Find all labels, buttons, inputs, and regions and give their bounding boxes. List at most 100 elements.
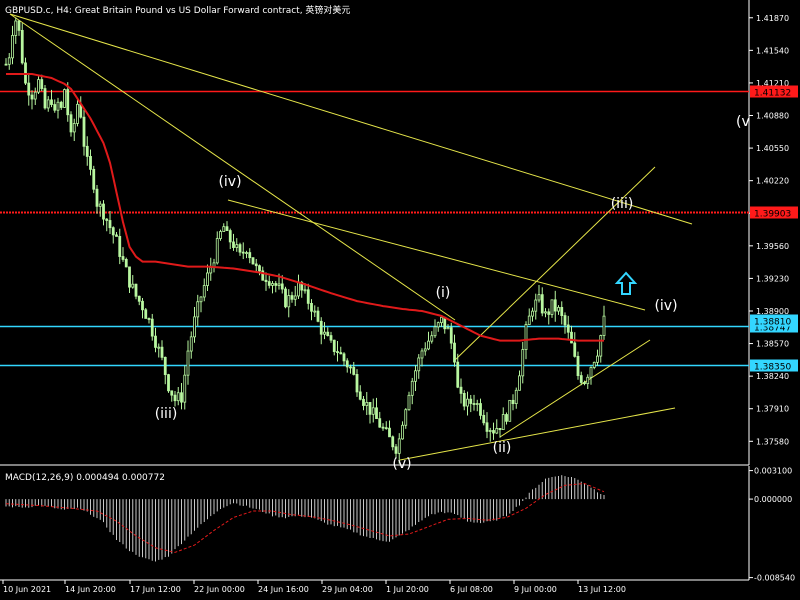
wave-label: (v): [392, 456, 411, 472]
candle-body: [176, 392, 180, 402]
candle-body: [167, 374, 170, 392]
candle-body: [378, 418, 382, 428]
candle-body: [27, 82, 31, 96]
candle-body: [355, 374, 359, 393]
candle-body: [63, 89, 66, 108]
candle-body: [518, 375, 521, 391]
wave-label: (iii): [155, 406, 178, 422]
candle-body: [537, 294, 541, 301]
candle-body: [297, 281, 300, 297]
candle-body: [527, 315, 531, 325]
hline-label-text: 1.41132: [754, 89, 791, 99]
time-tick-label: 6 Jul 08:00: [450, 585, 493, 594]
candle-body: [583, 382, 586, 385]
candle-body: [505, 414, 508, 422]
price-tick-label: 1.39230: [756, 274, 789, 283]
candle-body: [329, 335, 333, 341]
candle-body: [365, 402, 369, 406]
candle-body: [111, 227, 115, 236]
candle-body: [215, 238, 219, 264]
candle-body: [362, 398, 365, 406]
price-tick-label: 1.37910: [756, 405, 789, 414]
candle-body: [115, 234, 118, 237]
candle-body: [540, 294, 544, 314]
candle-body: [284, 288, 287, 308]
candle-body: [95, 188, 99, 207]
candle-body: [498, 428, 502, 430]
wave-label: (iv): [654, 298, 677, 314]
candle-body: [449, 327, 453, 344]
candle-body: [163, 356, 167, 376]
candle-body: [310, 302, 313, 312]
candle-body: [202, 285, 206, 298]
price-tick-label: 1.38570: [756, 340, 789, 349]
macd-tick-label: 0.000000: [754, 495, 792, 504]
candle-body: [397, 438, 401, 454]
candle-body: [573, 342, 577, 357]
candle-body: [488, 430, 492, 432]
candle-body: [183, 374, 187, 403]
candle-body: [89, 156, 92, 170]
candle-body: [436, 322, 440, 328]
candle-body: [492, 430, 495, 434]
candle-body: [85, 145, 89, 157]
candle-body: [11, 35, 14, 59]
candle-body: [303, 289, 307, 292]
time-tick-label: 1 Jul 20:00: [386, 585, 429, 594]
candle-body: [82, 116, 86, 147]
candle-body: [235, 244, 239, 248]
candle-body: [326, 331, 330, 336]
candle-body: [4, 63, 8, 66]
wave-label: (i): [436, 285, 451, 301]
candle-body: [222, 226, 226, 232]
candle-body: [150, 318, 154, 337]
candle-body: [391, 436, 395, 448]
candle-body: [339, 352, 343, 355]
candle-body: [602, 315, 606, 336]
candle-body: [267, 281, 271, 286]
candle-body: [232, 241, 235, 248]
candle-body: [384, 427, 388, 430]
price-tick-label: 1.39560: [756, 242, 789, 251]
price-tick-label: 1.38240: [756, 372, 789, 381]
wave-label: (v: [736, 114, 750, 130]
candle-body: [238, 244, 242, 253]
candle-body: [547, 311, 551, 315]
wave-label: (ii): [493, 440, 512, 456]
candle-body: [417, 357, 421, 372]
candle-body: [375, 407, 378, 420]
candle-body: [479, 403, 482, 416]
candle-body: [134, 283, 138, 297]
candle-body: [599, 335, 603, 357]
candle-body: [193, 316, 196, 338]
candle-body: [511, 399, 515, 405]
candle-body: [508, 399, 512, 422]
candle-body: [589, 367, 593, 378]
price-tick-label: 1.37580: [756, 437, 789, 446]
candle-body: [342, 353, 346, 362]
chart-canvas[interactable]: 1.418701.415401.412101.408801.405501.402…: [0, 0, 800, 600]
candle-body: [531, 310, 534, 317]
candle-body: [254, 263, 258, 267]
candle-body: [485, 422, 489, 432]
candle-body: [313, 310, 317, 313]
candle-body: [206, 272, 209, 286]
candle-body: [173, 394, 177, 402]
candle-body: [345, 360, 349, 368]
candle-body: [56, 101, 60, 111]
candle-body: [586, 376, 590, 385]
macd-label: MACD(12,26,9) 0.000494 0.000772: [5, 473, 165, 483]
time-tick-label: 14 Jun 20:00: [65, 585, 116, 594]
candle-body: [274, 283, 278, 286]
candle-body: [131, 283, 135, 288]
candle-body: [46, 99, 50, 109]
candle-body: [414, 370, 417, 382]
price-tick-label: 1.41870: [756, 14, 789, 23]
candle-body: [118, 236, 122, 257]
candle-body: [358, 391, 362, 400]
candle-body: [404, 409, 408, 426]
candle-body: [105, 218, 109, 221]
candle-body: [124, 259, 128, 268]
candle-body: [456, 361, 460, 388]
wave-label: (iii): [611, 196, 634, 212]
